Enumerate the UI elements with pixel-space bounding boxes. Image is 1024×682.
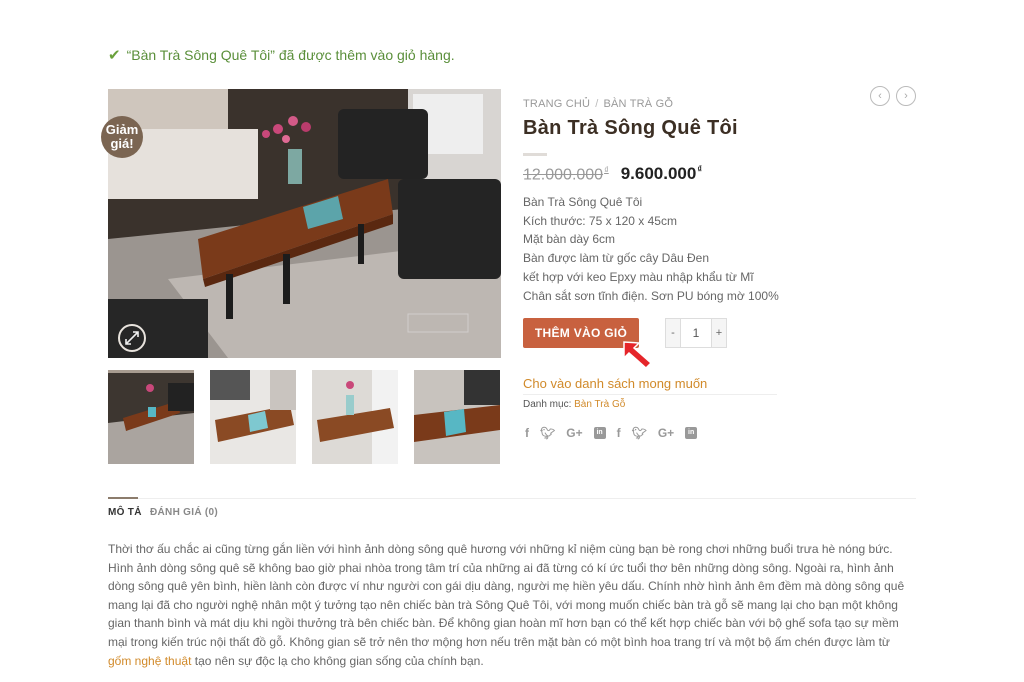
- previous-product-button[interactable]: ‹: [870, 86, 890, 106]
- short-description: Bàn Trà Sông Quê Tôi Kích thước: 75 x 12…: [523, 193, 779, 305]
- quantity-input[interactable]: 1: [681, 318, 711, 348]
- thumbnail-2[interactable]: [210, 370, 296, 464]
- breadcrumb-separator: /: [595, 98, 599, 110]
- thumbnail-4[interactable]: [414, 370, 500, 464]
- product-description-body: Thời thơ ấu chắc ai cũng từng gắn liền v…: [108, 542, 905, 668]
- divider: [523, 394, 777, 395]
- breadcrumb: TRANG CHỦ / BÀN TRÀ GỖ: [523, 98, 673, 110]
- notice-text: “Bàn Trà Sông Quê Tôi” đã được thêm vào …: [126, 47, 455, 63]
- description-line: Mặt bàn dày 6cm: [523, 232, 616, 247]
- product-nav: ‹ ›: [870, 86, 916, 106]
- product-category: Danh mục: Bàn Trà Gỗ: [523, 399, 625, 410]
- category-label: Danh mục:: [523, 399, 572, 410]
- share-icons: f 🐦︎ G+ in f 🐦︎ G+ in: [525, 426, 698, 440]
- google-plus-icon[interactable]: G+: [658, 426, 674, 440]
- description-line: Bàn được làm từ gốc cây Dâu Đen: [523, 251, 710, 266]
- twitter-icon[interactable]: 🐦︎: [632, 426, 647, 440]
- pottery-link[interactable]: gốm nghệ thuật: [108, 654, 191, 668]
- price-block: 12.000.000₫ 9.600.000₫: [523, 164, 702, 184]
- quantity-minus-button[interactable]: -: [665, 318, 681, 348]
- thumbnail-strip: [108, 370, 500, 464]
- description-line: Kích thước: 75 x 120 x 45cm: [523, 213, 677, 228]
- sale-price: 9.600.000₫: [620, 164, 702, 183]
- zoom-button[interactable]: [118, 324, 146, 352]
- tabs-divider: [108, 498, 916, 499]
- tab-description[interactable]: MÔ TẢ: [108, 497, 142, 518]
- wishlist-link[interactable]: Cho vào danh sách mong muốn: [523, 376, 707, 391]
- linkedin-icon[interactable]: in: [593, 427, 606, 439]
- checkmark-icon: ✔: [108, 47, 121, 64]
- product-main-image[interactable]: [108, 89, 501, 358]
- added-to-cart-notice: ✔ “Bàn Trà Sông Quê Tôi” đã được thêm và…: [108, 46, 455, 64]
- facebook-icon[interactable]: f: [525, 426, 529, 440]
- category-link[interactable]: Bàn Trà Gỗ: [574, 399, 625, 410]
- product-title: Bàn Trà Sông Quê Tôi: [523, 117, 738, 139]
- linkedin-icon[interactable]: in: [685, 427, 698, 439]
- expand-icon: [125, 331, 139, 345]
- red-arrow-annotation-icon: [623, 341, 653, 370]
- product-photo: [108, 89, 501, 358]
- quantity-plus-button[interactable]: +: [711, 318, 727, 348]
- sale-badge: Giảm giá!: [101, 116, 143, 158]
- old-price: 12.000.000₫: [523, 164, 609, 183]
- breadcrumb-home[interactable]: TRANG CHỦ: [523, 98, 590, 110]
- title-divider: [523, 153, 547, 156]
- next-product-button[interactable]: ›: [896, 86, 916, 106]
- thumbnail-3[interactable]: [312, 370, 398, 464]
- description-line: Chân sắt sơn tĩnh điện. Sơn PU bóng mờ 1…: [523, 288, 779, 303]
- breadcrumb-category[interactable]: BÀN TRÀ GỖ: [603, 98, 673, 110]
- thumbnail-1[interactable]: [108, 370, 194, 464]
- twitter-icon[interactable]: 🐦︎: [540, 426, 555, 440]
- chevron-left-icon: ‹: [878, 89, 882, 102]
- quantity-stepper: - 1 +: [665, 318, 727, 348]
- chevron-right-icon: ›: [904, 89, 908, 102]
- tab-reviews[interactable]: ĐÁNH GIÁ (0): [150, 507, 218, 518]
- facebook-icon[interactable]: f: [617, 426, 621, 440]
- google-plus-icon[interactable]: G+: [566, 426, 582, 440]
- description-line: Bàn Trà Sông Quê Tôi: [523, 195, 643, 209]
- description-line: kết hợp với keo Epxy màu nhập khẩu từ Mĩ: [523, 269, 754, 284]
